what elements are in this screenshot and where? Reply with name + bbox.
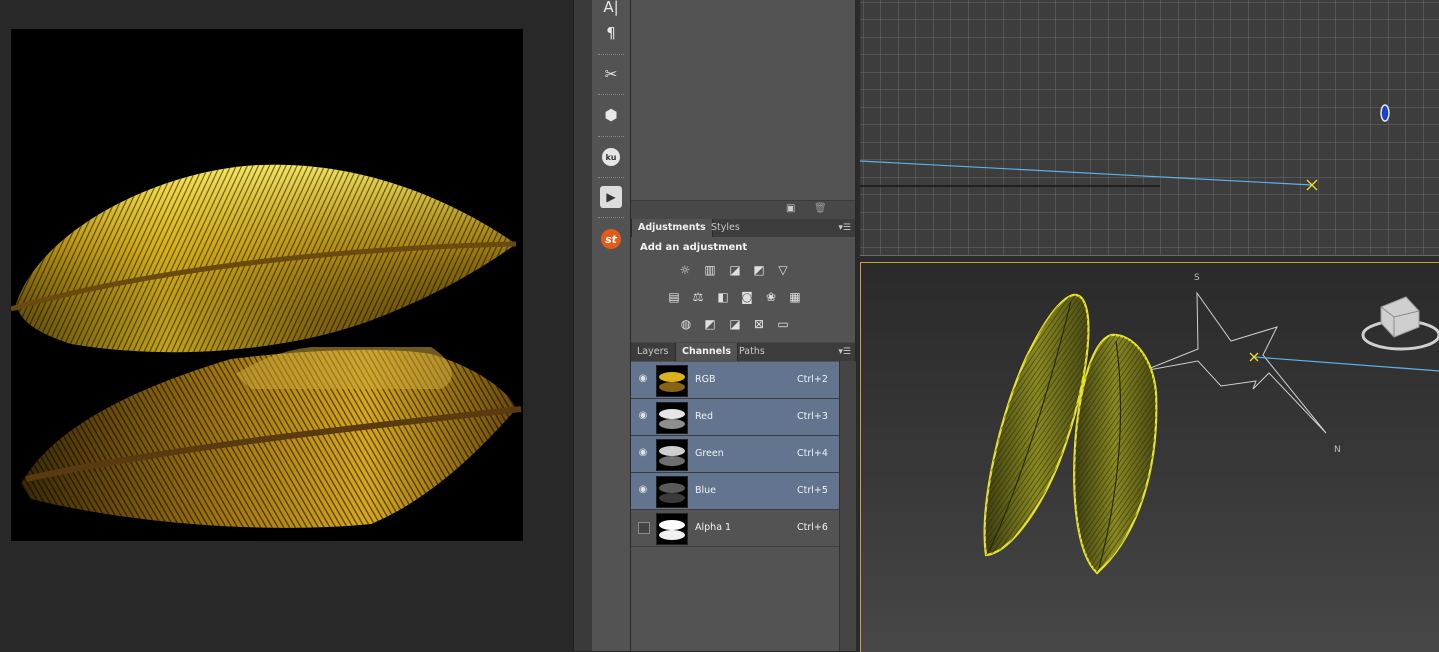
adjustments-title: Add an adjustment xyxy=(640,242,748,253)
visibility-checkbox[interactable] xyxy=(638,522,650,534)
layers-tabbar: Layers Channels Paths ▾☰ xyxy=(631,343,855,362)
channel-thumbnail xyxy=(656,365,688,397)
hue-saturation-icon[interactable]: ▤ xyxy=(666,290,682,304)
adjustments-tabbar: Adjustments Styles ▾☰ xyxy=(631,219,855,238)
document-canvas[interactable] xyxy=(11,29,523,541)
channel-shortcut: Ctrl+5 xyxy=(797,485,828,496)
channel-row-rgb[interactable]: ◉ RGB Ctrl+2 xyxy=(631,362,839,399)
document-area xyxy=(0,0,573,651)
channels-panel: ◉ RGB Ctrl+2 ◉ Red Ctrl+3 ◉ Green Ctrl+4… xyxy=(631,361,855,651)
viewport-perspective[interactable]: S N xyxy=(860,262,1439,652)
black-white-icon[interactable]: ◧ xyxy=(715,290,731,304)
play-plugin-icon[interactable]: ▶ xyxy=(596,182,626,212)
channel-mixer-icon[interactable]: ❀ xyxy=(763,290,779,304)
top-viewport-grid xyxy=(860,0,1439,255)
panel-footer: ▣ 🗑 xyxy=(631,200,855,219)
photo-filter-icon[interactable]: ◙ xyxy=(739,290,755,304)
selective-color-icon[interactable]: ⊠ xyxy=(751,317,767,331)
channel-row-green[interactable]: ◉ Green Ctrl+4 xyxy=(631,436,839,473)
posterize-icon[interactable]: ◩ xyxy=(702,317,718,331)
channel-row-alpha-1[interactable]: Alpha 1 Ctrl+6 xyxy=(631,510,839,547)
channel-name: Red xyxy=(695,411,714,422)
channel-shortcut: Ctrl+6 xyxy=(797,522,828,533)
vibrance-icon[interactable]: ▽ xyxy=(775,263,791,277)
compass-south-label: S xyxy=(1194,273,1200,283)
new-icon[interactable]: ▣ xyxy=(786,203,795,214)
tab-layers[interactable]: Layers xyxy=(631,343,674,361)
channel-shortcut: Ctrl+3 xyxy=(797,411,828,422)
threshold-icon[interactable]: ◪ xyxy=(727,317,743,331)
viewport-top[interactable] xyxy=(860,0,1439,255)
channel-row-blue[interactable]: ◉ Blue Ctrl+5 xyxy=(631,473,839,510)
brightness-contrast-icon[interactable]: ☼ xyxy=(677,263,693,277)
channel-name: Alpha 1 xyxy=(695,522,732,533)
trash-icon[interactable]: 🗑 xyxy=(814,203,827,214)
channel-shortcut: Ctrl+4 xyxy=(797,448,828,459)
perspective-viewport-scene: S N xyxy=(983,273,1439,575)
channel-thumbnail xyxy=(656,513,688,545)
panels-column: ▣ 🗑 Adjustments Styles ▾☰ Add an adjustm… xyxy=(631,0,856,651)
empty-panel xyxy=(631,0,855,200)
channel-name: RGB xyxy=(695,374,716,385)
3d-cube-icon[interactable]: ⬢ xyxy=(596,100,626,130)
dock-grip[interactable] xyxy=(598,217,624,221)
channel-thumbnail xyxy=(656,439,688,471)
channel-name: Blue xyxy=(695,485,717,496)
document-scroll-strip[interactable] xyxy=(573,0,593,651)
adjustments-panel: Add an adjustment ☼ ▥ ◪ ◩ ▽ ▤ ⚖ ◧ ◙ ❀ ▦ … xyxy=(631,237,855,342)
tab-styles[interactable]: Styles xyxy=(705,219,746,237)
selected-leaf-right xyxy=(1073,333,1158,575)
levels-icon[interactable]: ▥ xyxy=(702,263,718,277)
channel-shortcut: Ctrl+2 xyxy=(797,374,828,385)
eye-icon[interactable]: ◉ xyxy=(637,410,649,422)
tool-presets-icon[interactable]: ✂ xyxy=(596,59,626,89)
panel-dock: A| ¶ ✂ ⬢ ku ▶ st xyxy=(592,0,631,651)
channels-scrollbar[interactable] xyxy=(839,361,856,651)
dock-grip[interactable] xyxy=(598,94,624,98)
kuler-icon[interactable]: ku xyxy=(596,142,626,172)
tab-adjustments[interactable]: Adjustments xyxy=(631,219,713,237)
paragraph-panel-icon[interactable]: ¶ xyxy=(596,18,626,48)
selected-leaf-left xyxy=(983,293,1090,557)
dock-grip[interactable] xyxy=(598,54,624,58)
tab-channels[interactable]: Channels xyxy=(675,343,739,361)
eye-icon[interactable]: ◉ xyxy=(637,484,649,496)
compass-north-label: N xyxy=(1334,445,1341,455)
gradient-map-icon[interactable]: ▭ xyxy=(775,317,791,331)
feather-render-image xyxy=(11,164,522,528)
exposure-icon[interactable]: ◩ xyxy=(751,263,767,277)
tab-paths[interactable]: Paths xyxy=(733,343,771,361)
channel-name: Green xyxy=(695,448,724,459)
st-plugin-icon[interactable]: st xyxy=(596,224,626,254)
eye-icon[interactable]: ◉ xyxy=(637,373,649,385)
curves-icon[interactable]: ◪ xyxy=(727,263,743,277)
dock-grip[interactable] xyxy=(598,177,624,181)
eye-icon[interactable]: ◉ xyxy=(637,447,649,459)
channel-row-red[interactable]: ◉ Red Ctrl+3 xyxy=(631,399,839,436)
invert-icon[interactable]: ◍ xyxy=(678,317,694,331)
channel-thumbnail xyxy=(656,402,688,434)
dock-grip[interactable] xyxy=(598,136,624,140)
color-lookup-icon[interactable]: ▦ xyxy=(787,290,803,304)
channel-thumbnail xyxy=(656,476,688,508)
panel-menu-icon[interactable]: ▾☰ xyxy=(838,347,851,357)
view-cube-icon xyxy=(1361,296,1439,351)
panel-menu-icon[interactable]: ▾☰ xyxy=(838,223,851,233)
color-balance-icon[interactable]: ⚖ xyxy=(690,290,706,304)
